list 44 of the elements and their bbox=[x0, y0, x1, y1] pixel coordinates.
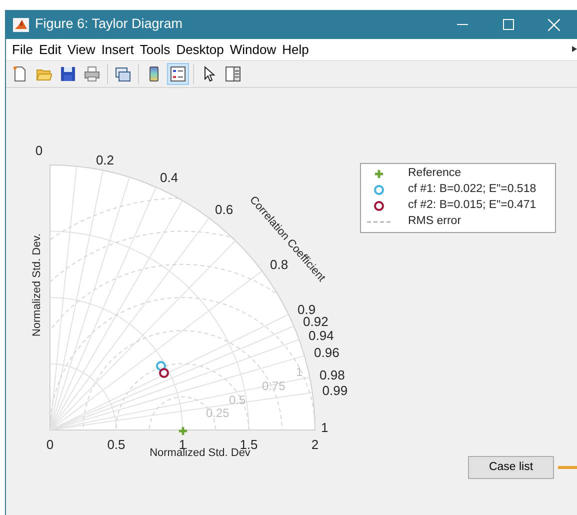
menu-item[interactable]: Insert bbox=[98, 40, 137, 60]
legend-label: cf #2: B=0.015; E"=0.471 bbox=[408, 198, 536, 214]
printer-icon bbox=[84, 66, 100, 82]
legend-label: cf #1: B=0.022; E"=0.518 bbox=[408, 182, 536, 198]
save-icon bbox=[60, 66, 76, 82]
rms-tick-label: 0.5 bbox=[229, 393, 246, 407]
y-axis-title: Normalized Std. Dev. bbox=[31, 233, 43, 337]
case-list-button[interactable]: Case list bbox=[468, 456, 554, 479]
window-title: Figure 6: Taylor Diagram bbox=[35, 15, 183, 34]
rms-tick-label: 0.25 bbox=[206, 406, 230, 420]
linked-windows-icon bbox=[115, 66, 131, 82]
menu-item[interactable]: Tools bbox=[136, 40, 174, 60]
menu-item[interactable]: Window bbox=[226, 40, 280, 60]
correlation-tick-label: 0 bbox=[35, 143, 43, 158]
correlation-tick-label: 0.94 bbox=[308, 328, 334, 344]
correlation-tick-label: 0.96 bbox=[314, 345, 340, 360]
correlation-tick-label: 0.2 bbox=[96, 152, 114, 168]
property-panel-icon bbox=[225, 66, 241, 82]
menu-item[interactable]: Help bbox=[279, 40, 312, 60]
maximize-icon bbox=[502, 19, 514, 30]
menu-item[interactable]: Desktop bbox=[173, 40, 227, 60]
std-dev-tick-label: 0.5 bbox=[107, 437, 126, 452]
minimize-icon bbox=[456, 24, 468, 25]
legend-icon bbox=[170, 66, 186, 82]
app-logo-icon bbox=[13, 18, 29, 32]
menu-item[interactable]: View bbox=[64, 40, 98, 60]
close-icon bbox=[548, 18, 560, 30]
rms-tick-label: 0.75 bbox=[262, 379, 286, 393]
correlation-tick-label: 0.4 bbox=[160, 170, 178, 185]
correlation-tick-label: 0.99 bbox=[322, 383, 348, 398]
correlation-tick-label: 1 bbox=[321, 420, 328, 435]
std-dev-tick-label: 0 bbox=[46, 437, 54, 452]
std-dev-tick-label: 2 bbox=[311, 437, 319, 452]
rms-tick-label: 1 bbox=[296, 365, 303, 379]
new-file-icon bbox=[12, 66, 28, 82]
legend-label: Reference bbox=[408, 166, 462, 182]
dock-arrow-icon[interactable] bbox=[572, 46, 577, 52]
correlation-tick-label: 0.8 bbox=[270, 257, 288, 272]
correlation-tick-label: 0.6 bbox=[215, 202, 234, 217]
menu-item[interactable]: Edit bbox=[36, 40, 64, 60]
correlation-tick-label: 0.98 bbox=[320, 367, 345, 382]
toolbar-button[interactable] bbox=[167, 63, 189, 85]
menu-item[interactable]: File bbox=[9, 40, 36, 60]
legend-label: RMS error bbox=[408, 214, 462, 230]
